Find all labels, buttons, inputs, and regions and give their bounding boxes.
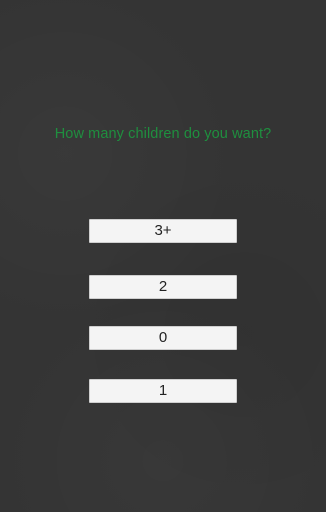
- quiz-screen: How many children do you want? 3+ 2 0 1: [0, 0, 326, 512]
- answer-button-3-plus[interactable]: 3+: [89, 219, 237, 243]
- answer-button-0[interactable]: 0: [89, 326, 237, 350]
- answer-button-1[interactable]: 1: [89, 379, 237, 403]
- answer-button-2[interactable]: 2: [89, 275, 237, 299]
- question-text: How many children do you want?: [54, 126, 272, 142]
